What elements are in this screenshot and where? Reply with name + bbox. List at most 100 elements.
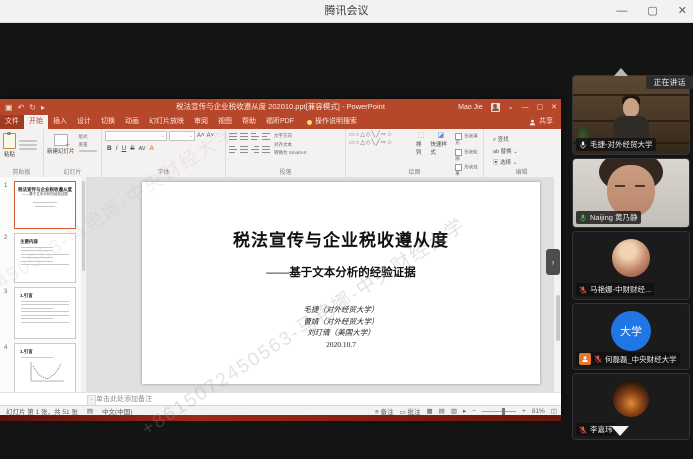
tab-design[interactable]: 设计 bbox=[72, 115, 96, 129]
slide-thumbnail-4[interactable]: 1.引言 bbox=[14, 343, 76, 392]
tab-review[interactable]: 审阅 bbox=[189, 115, 213, 129]
strikethrough-button[interactable]: S bbox=[130, 145, 134, 152]
participant-tile-huangnaijing[interactable]: Naijing 黄乃静 bbox=[572, 158, 690, 228]
thumb-subtitle: ——基于文本分析的经验证据 bbox=[15, 192, 75, 196]
ppt-user-name: Mao Jie bbox=[458, 104, 483, 111]
ppt-close-icon[interactable]: ✕ bbox=[551, 103, 557, 111]
ribbon-group-drawing: ▭○△◇╲╱⇨☆ ▭○△◇╲╱⇨☆ ⬚ 排列 ◪ 快速样式 形状填充 bbox=[346, 129, 484, 177]
ribbon-options-icon[interactable]: ⌄ bbox=[508, 103, 514, 111]
clipboard-group-label: 剪贴板 bbox=[0, 167, 43, 176]
spellcheck-icon[interactable]: ▤ bbox=[87, 407, 93, 415]
slide-date: 2020.10.7 bbox=[142, 339, 540, 351]
tab-file[interactable]: 文件 bbox=[0, 115, 24, 129]
tab-help[interactable]: 帮助 bbox=[237, 115, 261, 129]
font-color-icon[interactable]: A bbox=[150, 145, 154, 152]
slide-thumbnail-3[interactable]: 1.引言 bbox=[14, 287, 76, 339]
minimize-icon[interactable]: — bbox=[616, 0, 627, 22]
view-reading-icon[interactable]: ▥ bbox=[451, 407, 457, 415]
slide-canvas[interactable]: 税法宣传与企业税收遵从度 ——基于文本分析的经验证据 毛捷（对外经贸大学） 曹婧… bbox=[142, 182, 540, 384]
notes-pane[interactable]: ⌃ 单击此处添加备注 bbox=[0, 392, 561, 406]
tab-slideshow[interactable]: 幻灯片放映 bbox=[144, 115, 189, 129]
share-button[interactable]: 共享 bbox=[529, 115, 561, 129]
zoom-in-icon[interactable]: + bbox=[522, 408, 526, 415]
zoom-out-icon[interactable]: − bbox=[472, 408, 476, 415]
view-normal-icon[interactable]: ▦ bbox=[427, 407, 433, 415]
font-group-label: 字体 bbox=[102, 167, 225, 176]
mic-muted-icon bbox=[579, 426, 587, 434]
arrange-label: 排列 bbox=[416, 140, 426, 156]
host-badge bbox=[579, 353, 591, 365]
thumb-number: 2 bbox=[4, 235, 7, 241]
meeting-title: 腾讯会议 bbox=[0, 0, 693, 22]
slide-thumbnail-2[interactable]: 主要内容 bbox=[14, 233, 76, 283]
view-sorter-icon[interactable]: ▤ bbox=[439, 407, 445, 415]
italic-button[interactable]: I bbox=[116, 145, 118, 152]
tab-insert[interactable]: 插入 bbox=[48, 115, 72, 129]
sidebar-collapse-handle[interactable]: › bbox=[546, 249, 560, 275]
new-slide-icon bbox=[54, 134, 68, 146]
paste-button[interactable]: 粘贴 bbox=[3, 131, 16, 158]
zoom-level[interactable]: 81% bbox=[532, 408, 545, 415]
person-icon bbox=[529, 119, 536, 126]
shrink-font-icon[interactable]: A˅ bbox=[207, 133, 215, 139]
participant-tile-heleilei[interactable]: 大学 何磊磊_中央财经大学 bbox=[572, 303, 690, 370]
thumb-title: 1.引言 bbox=[20, 293, 75, 298]
slide-thumbnail-1[interactable]: 税法宣传与企业税收遵从度 ——基于文本分析的经验证据 bbox=[14, 181, 76, 229]
tell-me-search[interactable]: 操作说明搜索 bbox=[307, 115, 357, 129]
slide-authors: 毛捷（对外经贸大学） 曹婧（对外经贸大学） 刘玎倩（美国大学） 2020.10.… bbox=[142, 304, 540, 350]
view-slideshow-icon[interactable]: ▸ bbox=[463, 407, 466, 415]
tab-foxit-pdf[interactable]: 福昕PDF bbox=[261, 115, 299, 129]
grow-font-icon[interactable]: A˄ bbox=[197, 133, 205, 139]
user-avatar[interactable] bbox=[491, 103, 500, 112]
replace-button[interactable]: ab 替换 ⌄ bbox=[493, 147, 557, 155]
slide-thumbnail-panel: 1 税法宣传与企业税收遵从度 ——基于文本分析的经验证据 2 主要内容 3 bbox=[0, 177, 87, 392]
list-buttons[interactable] bbox=[229, 132, 270, 141]
participant-name: 马艳娜-中财财经... bbox=[590, 284, 651, 295]
tab-view[interactable]: 视图 bbox=[213, 115, 237, 129]
ppt-minimize-icon[interactable]: — bbox=[522, 104, 529, 111]
reset-button[interactable]: 重置 bbox=[79, 142, 97, 148]
tab-animations[interactable]: 动画 bbox=[120, 115, 144, 129]
slide-canvas-area: 税法宣传与企业税收遵从度 ——基于文本分析的经验证据 毛捷（对外经贸大学） 曹婧… bbox=[86, 177, 561, 392]
align-text-button[interactable]: 对齐文本 bbox=[274, 142, 307, 148]
font-name-select[interactable]: ⌄ bbox=[105, 131, 167, 141]
scroll-down-icon[interactable] bbox=[611, 426, 629, 436]
outline-swatch-icon bbox=[455, 149, 462, 156]
layout-button[interactable]: 版式 bbox=[79, 134, 97, 140]
smartart-button[interactable]: 转换为 SmartArt bbox=[274, 150, 307, 156]
scroll-up-icon[interactable] bbox=[614, 68, 628, 76]
tab-home[interactable]: 开始 bbox=[24, 115, 48, 129]
tab-transitions[interactable]: 切换 bbox=[96, 115, 120, 129]
participant-tile-mayanna[interactable]: 马艳娜-中财财经... bbox=[572, 231, 690, 300]
participant-label: 李嘉玮 bbox=[576, 423, 616, 436]
share-button-label: 共享 bbox=[539, 115, 553, 129]
clipboard-small-buttons[interactable] bbox=[19, 131, 37, 158]
quick-styles-label: 快速样式 bbox=[430, 140, 451, 156]
thumb-title: 1.引言 bbox=[20, 349, 75, 354]
ribbon-group-editing: ⌕ 查找 ab 替换 ⌄ ▣ 选择 ⌄ 编辑 bbox=[484, 129, 559, 177]
slide-scrollbar[interactable] bbox=[553, 177, 561, 392]
shape-outline-button[interactable]: 形状轮廓 bbox=[455, 149, 481, 162]
ppt-titlebar: ▣ ↶ ↻ ▸ 税法宣传与企业税收遵从度 202010.ppt[兼容模式] - … bbox=[0, 99, 561, 115]
ribbon-group-font: ⌄ ⌄ A˄ A˅ B I U S AV A 字体 bbox=[102, 129, 226, 177]
avatar bbox=[612, 239, 650, 277]
char-spacing-icon[interactable]: AV bbox=[139, 146, 146, 152]
participant-tile-lijiawei[interactable]: 李嘉玮 bbox=[572, 373, 690, 440]
select-button[interactable]: ▣ 选择 ⌄ bbox=[493, 158, 557, 166]
ribbon-group-clipboard: 粘贴 剪贴板 bbox=[0, 129, 44, 177]
ppt-restore-icon[interactable]: ▢ bbox=[537, 103, 544, 111]
zoom-slider[interactable] bbox=[482, 411, 516, 412]
close-icon[interactable]: ✕ bbox=[678, 0, 687, 22]
participant-name: Naijing 黄乃静 bbox=[590, 212, 638, 223]
ppt-titlebar-right: Mao Jie ⌄ — ▢ ✕ bbox=[458, 99, 557, 115]
shape-fill-button[interactable]: 形状填充 bbox=[455, 133, 481, 146]
underline-button[interactable]: U bbox=[122, 145, 127, 152]
bold-button[interactable]: B bbox=[107, 145, 112, 152]
maximize-icon[interactable]: ▢ bbox=[647, 0, 657, 22]
find-button[interactable]: ⌕ 查找 bbox=[493, 135, 557, 144]
font-size-select[interactable]: ⌄ bbox=[169, 131, 195, 141]
fit-slide-icon[interactable]: ◫ bbox=[551, 407, 557, 415]
text-direction-button[interactable]: 文字方向 bbox=[274, 133, 307, 139]
alignment-buttons[interactable] bbox=[229, 145, 270, 154]
new-slide-button[interactable]: 新建幻灯片 bbox=[47, 131, 75, 155]
